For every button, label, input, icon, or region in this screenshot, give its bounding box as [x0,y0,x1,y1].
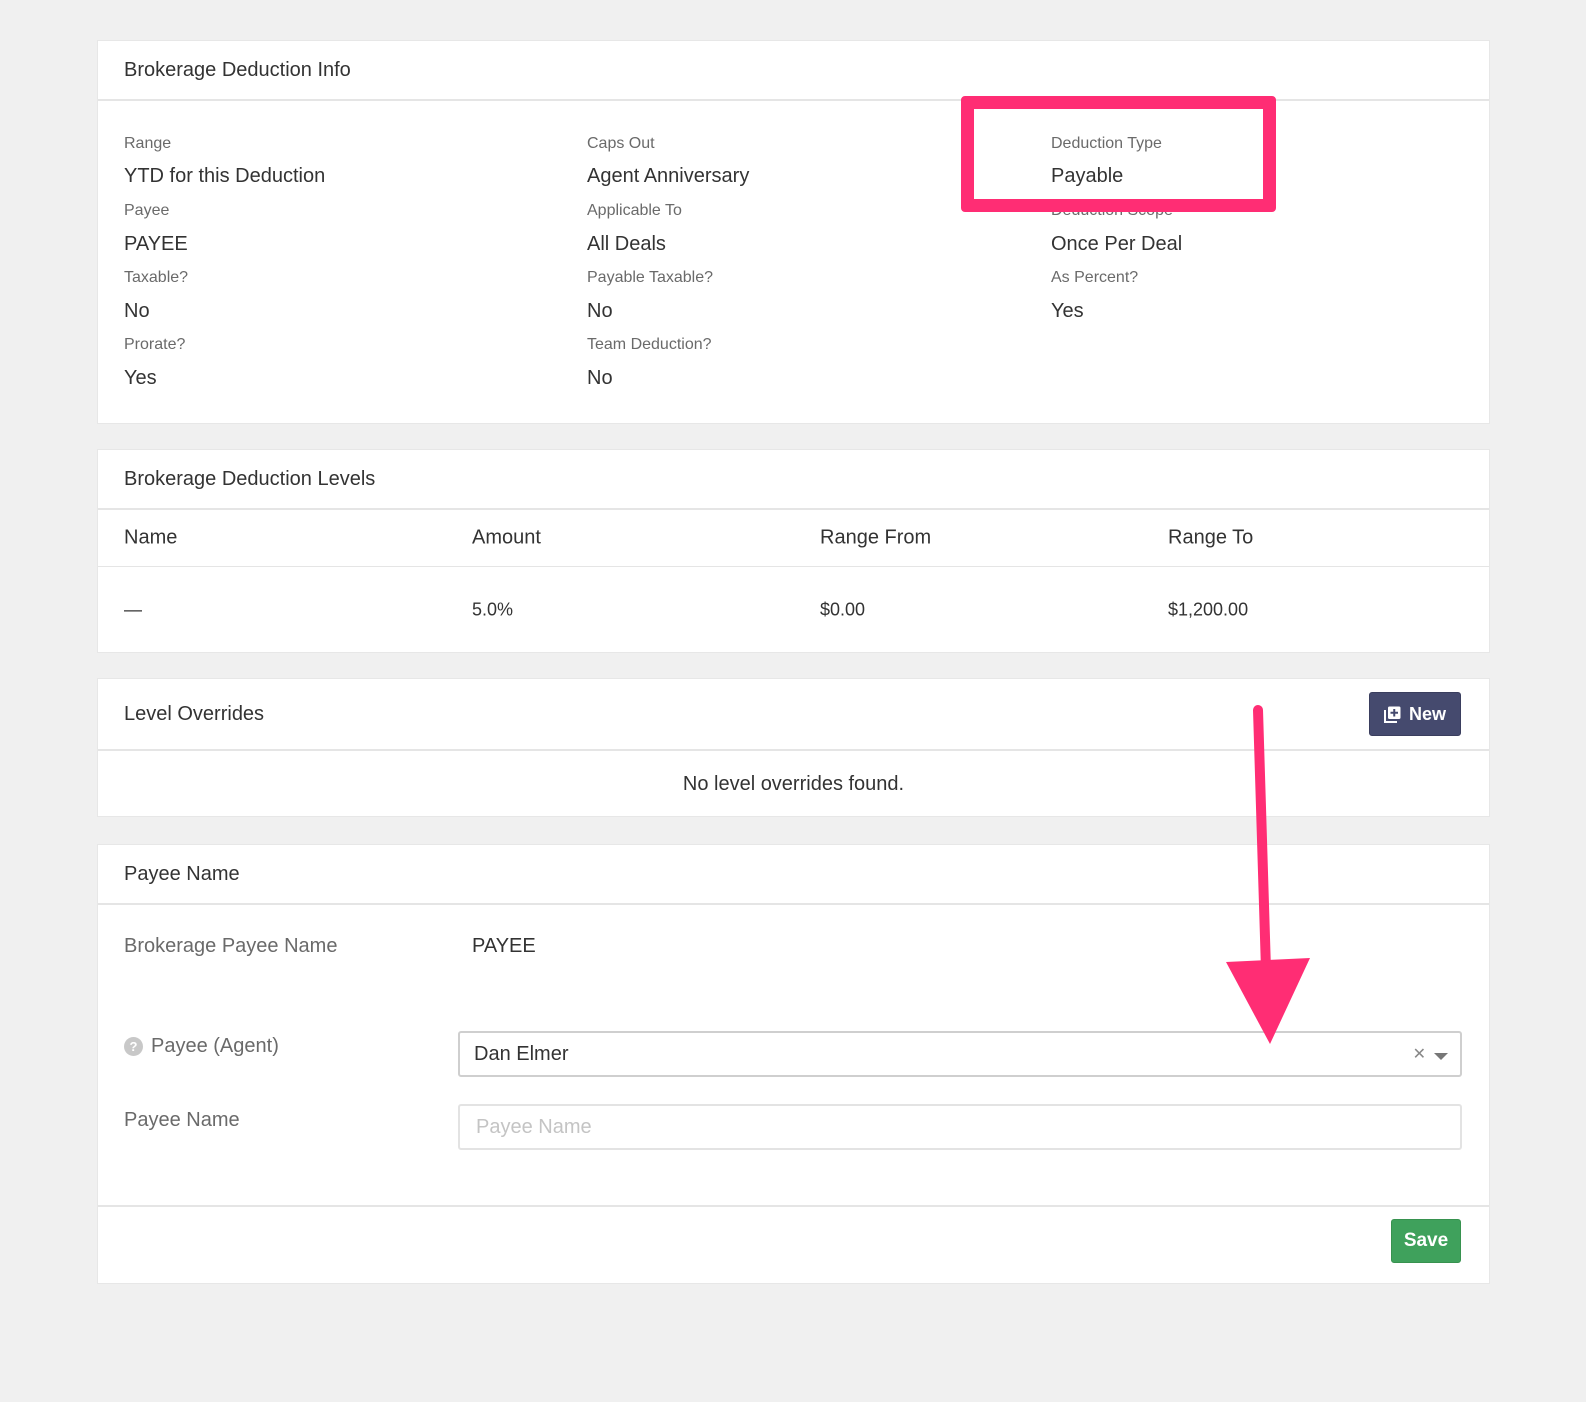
table-row: — 5.0% $0.00 $1,200.00 [98,567,1489,653]
applicable-to-label: Applicable To [587,202,682,219]
as-percent-label: As Percent? [1051,269,1139,286]
team-deduction-value: No [587,367,613,389]
payee-agent-label: ? Payee (Agent) [124,1035,279,1058]
payee-label: Payee [124,202,170,219]
deduction-levels-panel: Brokerage Deduction Levels Name Amount R… [97,449,1490,653]
panel-title: Brokerage Deduction Info [98,41,1489,101]
column-header-amount: Amount [472,526,541,549]
deduction-scope-value: Once Per Deal [1051,233,1183,255]
team-deduction-label: Team Deduction? [587,336,712,353]
cell-range-to: $1,200.00 [1168,599,1249,620]
brokerage-payee-name-value: PAYEE [472,935,536,957]
taxable-label: Taxable? [124,269,189,286]
prorate-label: Prorate? [124,336,186,353]
cell-range-from: $0.00 [820,599,866,620]
payee-name-input[interactable] [458,1104,1462,1150]
taxable-value: No [124,300,150,322]
payee-agent-selected-value: Dan Elmer [474,1042,569,1065]
payable-taxable-label: Payable Taxable? [587,269,714,286]
range-label: Range [124,135,172,152]
new-override-button[interactable]: New [1369,692,1461,736]
payee-value: PAYEE [124,233,188,255]
table-header: Name Amount Range From Range To [98,510,1489,567]
column-header-range-from: Range From [820,526,932,549]
column-header-range-to: Range To [1168,526,1254,549]
annotation-arrow-icon [1226,705,1310,1044]
payable-taxable-value: No [587,300,613,322]
column-header-name: Name [124,526,178,549]
panel-title: Brokerage Deduction Levels [98,450,1489,510]
prorate-value: Yes [124,367,157,389]
panel-title: Level Overrides [124,702,265,725]
deduction-info-panel: Brokerage Deduction Info Range YTD for t… [97,40,1490,424]
caps-out-label: Caps Out [587,135,655,152]
new-button-label: New [1408,703,1446,724]
divider [98,1205,1489,1207]
applicable-to-value: All Deals [587,233,666,255]
range-value: YTD for this Deduction [124,165,326,187]
help-icon[interactable]: ? [124,1037,143,1056]
payee-agent-label-text: Payee (Agent) [151,1035,279,1057]
cell-amount: 5.0% [472,599,514,620]
save-button[interactable]: Save [1391,1219,1461,1263]
cell-name: — [124,599,142,620]
as-percent-value: Yes [1051,300,1084,322]
clear-icon[interactable]: ✕ [1413,1044,1426,1064]
chevron-down-icon[interactable] [1434,1053,1448,1060]
brokerage-payee-name-label: Brokerage Payee Name [124,935,338,957]
annotation-highlight-box [961,96,1276,212]
payee-name-label: Payee Name [124,1109,240,1131]
caps-out-value: Agent Anniversary [587,165,750,187]
add-copy-icon [1383,706,1401,723]
